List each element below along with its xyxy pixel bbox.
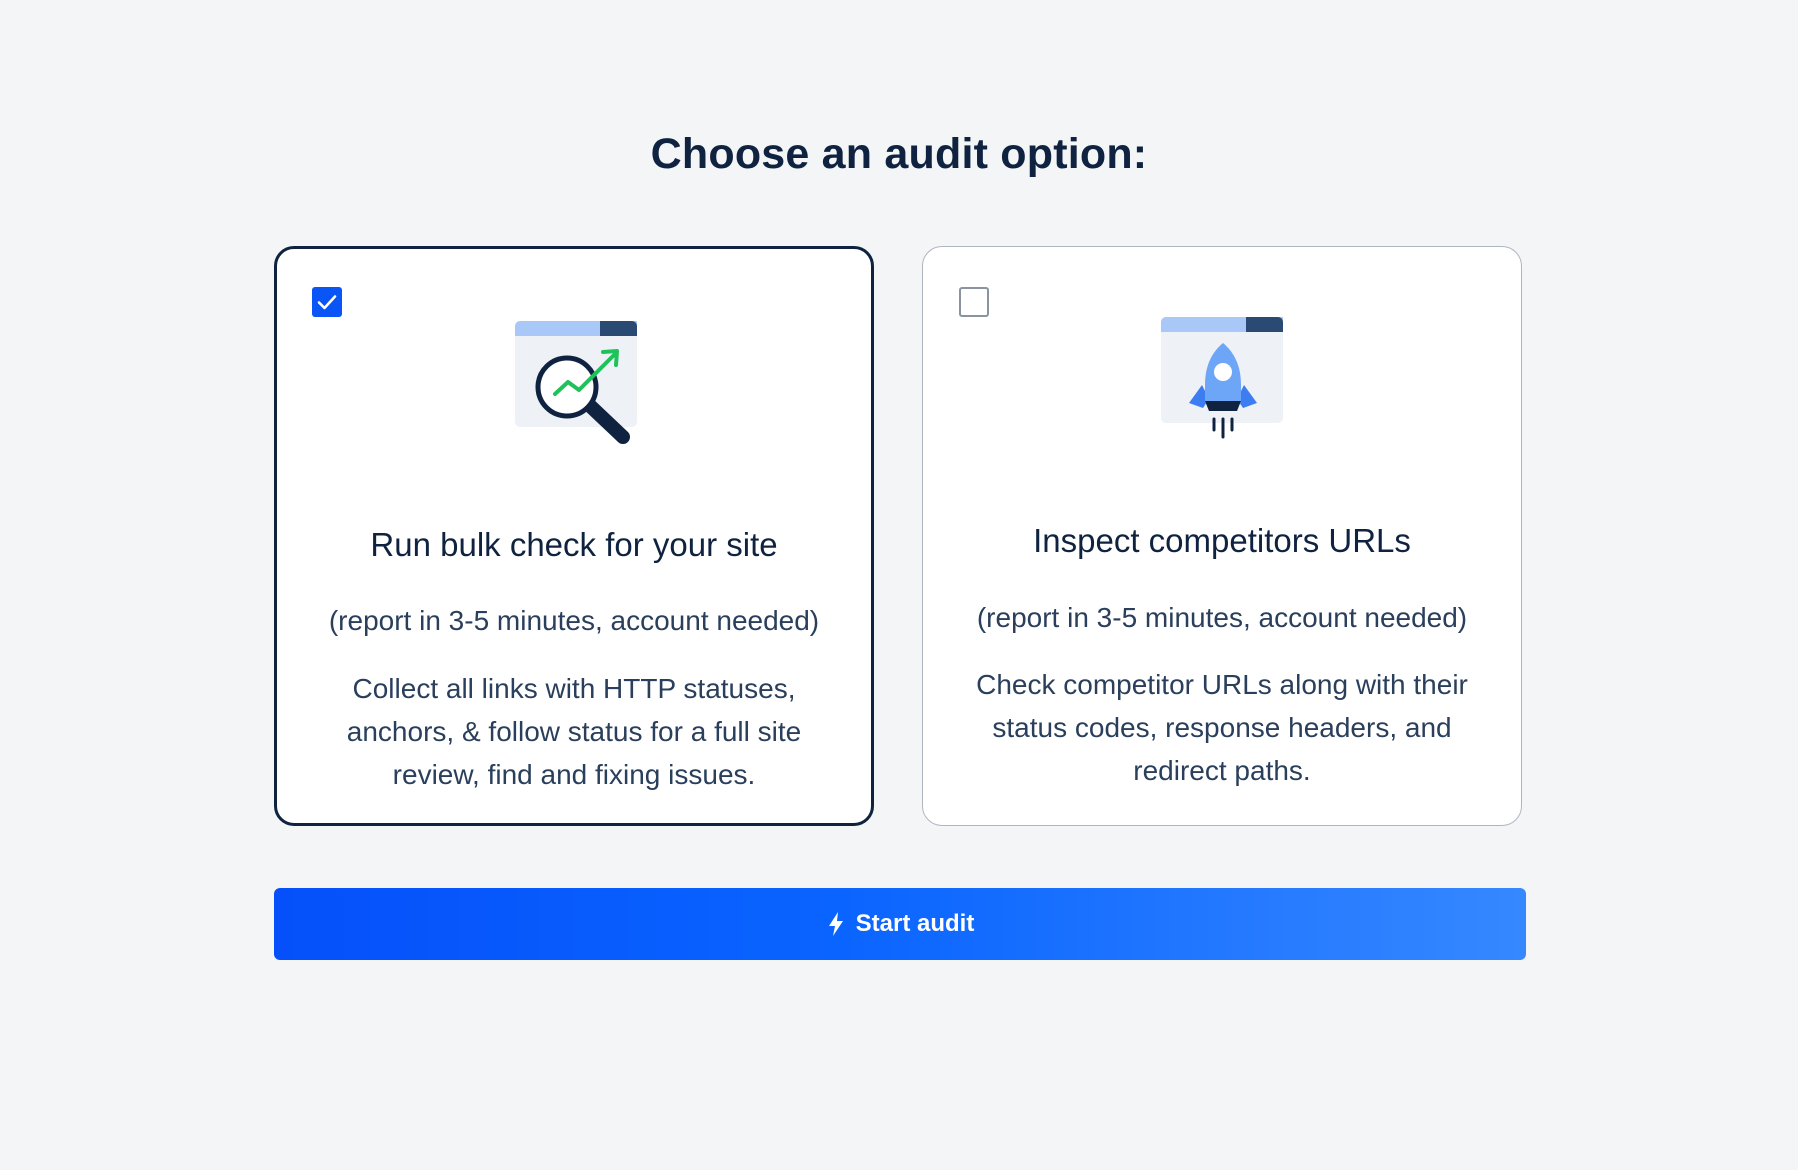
checkbox-unchecked[interactable] [959,287,989,317]
option-description: Check competitor URLs along with their s… [976,669,1468,786]
start-audit-button[interactable]: Start audit [274,888,1526,960]
checkmark-icon [317,295,337,310]
option-description: Collect all links with HTTP statuses, an… [346,673,802,790]
page-title: Choose an audit option: [650,130,1148,178]
option-title: Run bulk check for your site [370,526,778,563]
audit-options: Run bulk check for your site (report in … [274,246,1526,830]
option-meta: (report in 3-5 minutes, account needed) [328,605,820,636]
checkbox-checked[interactable] [312,287,342,317]
option-card-competitors[interactable]: Inspect competitors URLs (report in 3-5 … [922,246,1522,826]
audit-option-page: Choose an audit option: Run bulk check f… [0,0,1798,1170]
rocket-icon [1161,317,1283,439]
option-meta: (report in 3-5 minutes, account needed) [976,602,1468,633]
option-card-bulk-check[interactable]: Run bulk check for your site (report in … [274,246,874,826]
option-title: Inspect competitors URLs [1033,522,1411,559]
magnifier-growth-icon [515,321,637,444]
start-audit-label: Start audit [855,910,975,937]
lightning-icon [828,912,843,936]
